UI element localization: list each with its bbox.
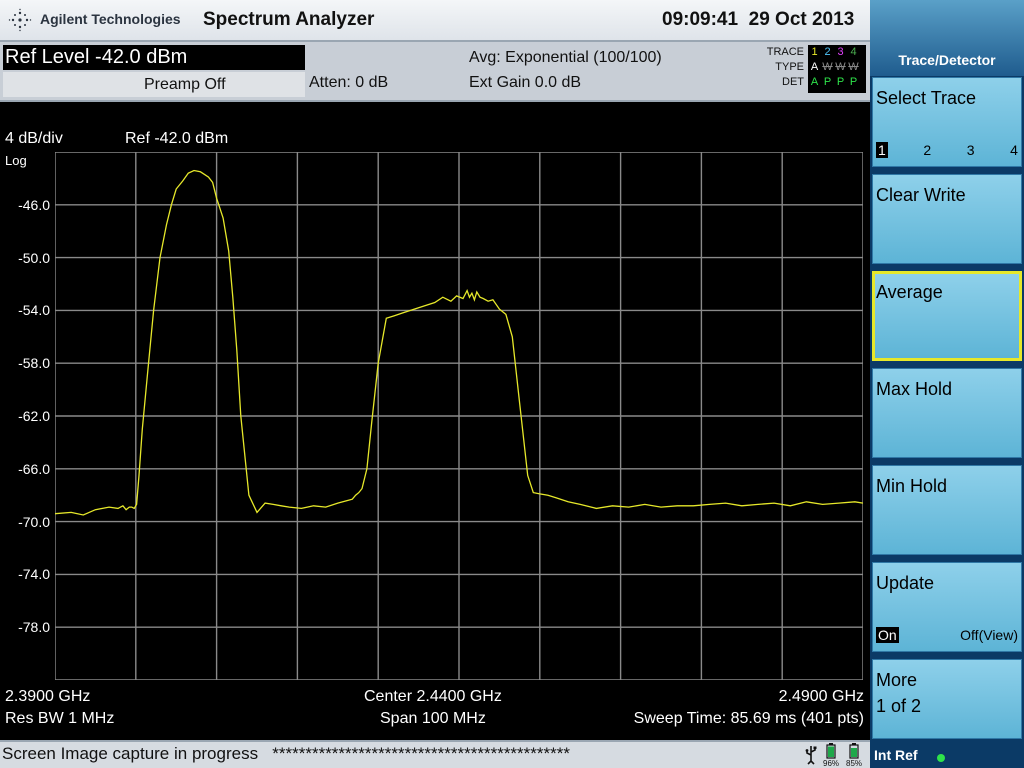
preamp-readout: Preamp Off xyxy=(3,72,305,97)
trace-number-row: 1234 xyxy=(808,45,866,60)
y-tick-label: -58.0 xyxy=(18,355,50,372)
trace-type-row: AWWW xyxy=(808,60,866,75)
clock: 09:09:41 29 Oct 2013 xyxy=(662,9,854,31)
y-tick-label: -54.0 xyxy=(18,302,50,319)
max-hold-softkey[interactable]: Max Hold xyxy=(872,368,1022,458)
trace-option-1[interactable]: 1 xyxy=(876,142,888,158)
average-softkey[interactable]: Average xyxy=(872,271,1022,361)
stop-freq-label: 2.4900 GHz xyxy=(778,688,864,705)
date-display: 29 Oct 2013 xyxy=(748,9,855,30)
update-label: Update xyxy=(876,573,935,593)
select-trace-options: 1 2 3 4 xyxy=(876,142,1018,158)
y-tick-label: -78.0 xyxy=(18,619,50,636)
battery-icon xyxy=(849,743,859,759)
trace-det: P xyxy=(836,76,845,88)
clear-write-label: Clear Write xyxy=(876,185,966,205)
avg-readout: Avg: Exponential (100/100) xyxy=(469,49,662,66)
agilent-logo-icon xyxy=(8,8,32,32)
select-trace-label: Select Trace xyxy=(876,88,977,108)
start-freq-label: 2.3900 GHz xyxy=(5,688,91,705)
span-label: Span 100 MHz xyxy=(380,710,486,727)
spectrum-plot[interactable] xyxy=(55,152,863,680)
graph-area[interactable]: 4 dB/div Ref -42.0 dBm Log -46.0 -50.0 -54… xyxy=(0,100,870,742)
center-freq-label: Center 2.4400 GHz xyxy=(364,688,502,705)
update-softkey[interactable]: Update On Off(View) xyxy=(872,562,1022,652)
int-ref-indicator-icon xyxy=(937,754,945,762)
y-tick-label: -74.0 xyxy=(18,566,50,583)
settings-bar: Ref Level -42.0 dBm Preamp Off Atten: 0 … xyxy=(0,42,870,100)
update-off-option[interactable]: Off(View) xyxy=(960,627,1018,643)
more-label: More xyxy=(876,670,918,690)
type-label: TYPE xyxy=(775,61,804,73)
y-tick-label: -46.0 xyxy=(18,196,50,213)
trace-number: 2 xyxy=(824,46,831,58)
trace-option-4[interactable]: 4 xyxy=(1010,142,1018,158)
y-tick-label: -66.0 xyxy=(18,460,50,477)
battery-icon xyxy=(826,743,836,759)
log-label: Log xyxy=(5,153,27,168)
capture-progress-text: ****************************************… xyxy=(272,744,570,763)
y-tick-label: -50.0 xyxy=(18,249,50,266)
max-hold-label: Max Hold xyxy=(876,379,953,399)
trace-number: 3 xyxy=(837,46,844,58)
ref-label: Ref -42.0 dBm xyxy=(125,130,229,147)
int-ref-label: Int Ref xyxy=(874,747,918,763)
time-display: 09:09:41 xyxy=(662,9,739,30)
battery-2-level: 85% xyxy=(846,759,863,768)
trace-type: A xyxy=(810,61,819,73)
trace-number: 4 xyxy=(850,46,857,58)
status-bar: Screen Image capture in progress *******… xyxy=(0,740,870,768)
trace-label: TRACE xyxy=(766,46,804,58)
min-hold-softkey[interactable]: Min Hold xyxy=(872,465,1022,555)
more-softkey[interactable]: More 1 of 2 xyxy=(872,659,1022,739)
select-trace-softkey[interactable]: Select Trace 1 2 3 4 xyxy=(872,77,1022,167)
det-label: DET xyxy=(782,76,804,88)
trace-det: A xyxy=(810,76,819,88)
brand-name: Agilent Technologies xyxy=(40,11,181,27)
softkey-menu-title: Trace/Detector xyxy=(898,52,996,68)
battery-1-level: 96% xyxy=(823,759,840,768)
trace-option-2[interactable]: 2 xyxy=(923,142,931,158)
trace-status-labels: TRACE TYPE DET xyxy=(762,45,804,90)
status-message: Screen Image capture in progress *******… xyxy=(2,744,570,764)
trace-type: W xyxy=(835,61,846,73)
battery-1: 96% xyxy=(823,743,839,768)
battery-2: 85% xyxy=(846,743,862,768)
trace-type: W xyxy=(822,61,833,73)
update-options: On Off(View) xyxy=(876,627,1018,643)
y-tick-label: -62.0 xyxy=(18,408,50,424)
softkey-panel: Trace/Detector Select Trace 1 2 3 4 Clea… xyxy=(870,0,1024,768)
status-text: Screen Image capture in progress xyxy=(2,744,259,763)
app-title: Spectrum Analyzer xyxy=(203,9,375,30)
average-label: Average xyxy=(876,282,943,302)
trace-status-box: 1234 AWWW APPP xyxy=(808,45,866,93)
usb-icon xyxy=(805,746,817,765)
title-bar: Agilent Technologies Spectrum Analyzer 0… xyxy=(0,0,870,42)
clear-write-softkey[interactable]: Clear Write xyxy=(872,174,1022,264)
trace-option-3[interactable]: 3 xyxy=(967,142,975,158)
res-bw-label: Res BW 1 MHz xyxy=(5,710,115,727)
ref-level-readout[interactable]: Ref Level -42.0 dBm xyxy=(3,45,305,70)
trace-type: W xyxy=(848,61,859,73)
atten-readout: Atten: 0 dB xyxy=(309,74,389,91)
ext-gain-readout: Ext Gain 0.0 dB xyxy=(469,74,582,91)
y-tick-label: -70.0 xyxy=(18,513,50,530)
more-page-indicator: 1 of 2 xyxy=(876,696,922,716)
trace-det-row: APPP xyxy=(808,75,866,90)
scale-label: 4 dB/div xyxy=(5,130,63,147)
trace-det: P xyxy=(849,76,858,88)
sweep-label: Sweep Time: 85.69 ms (401 pts) xyxy=(633,710,864,727)
update-on-option[interactable]: On xyxy=(876,627,899,643)
trace-det: P xyxy=(823,76,832,88)
min-hold-label: Min Hold xyxy=(876,476,948,496)
trace-number: 1 xyxy=(811,46,818,58)
